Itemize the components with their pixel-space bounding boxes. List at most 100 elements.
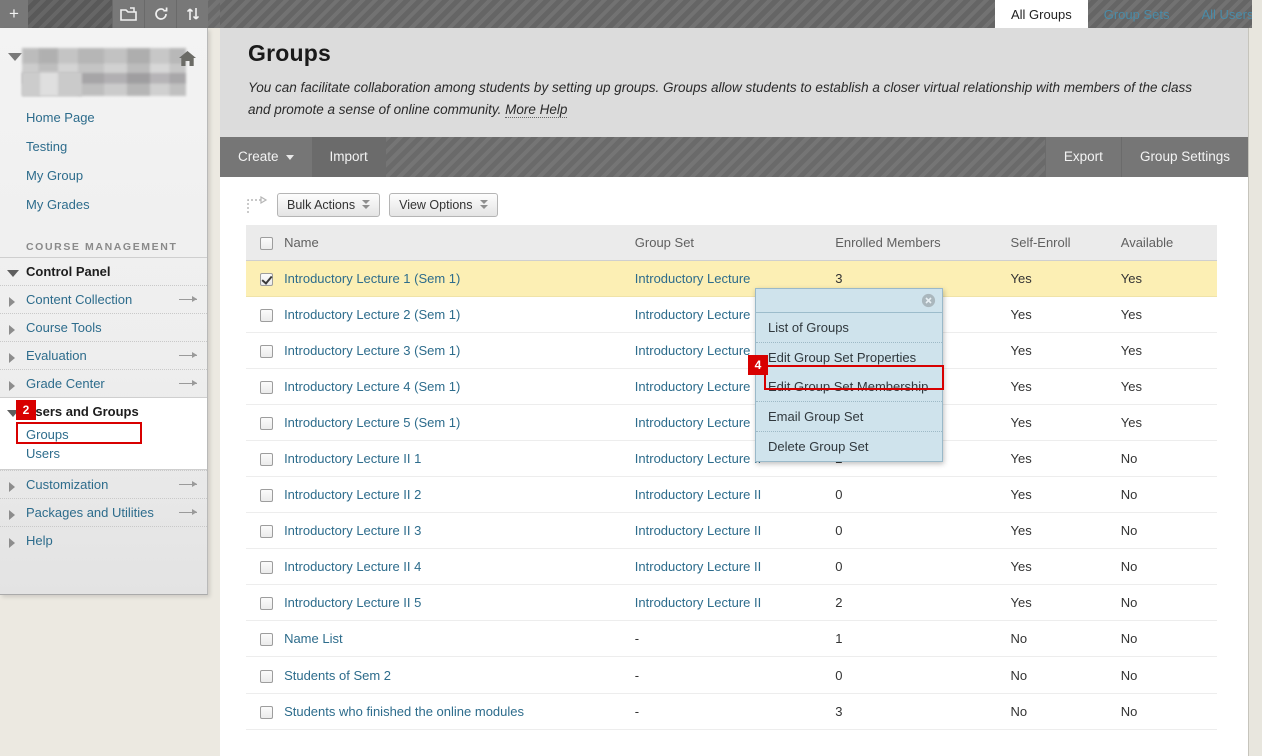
cell-group-set-link[interactable]: Introductory Lecture II bbox=[635, 487, 761, 502]
group-settings-button[interactable]: Group Settings bbox=[1120, 136, 1248, 177]
column-header-enrolled-members[interactable]: Enrolled Members bbox=[831, 224, 1007, 261]
sidebar-item-my-grades[interactable]: My Grades bbox=[0, 190, 207, 219]
sidebar-item-help[interactable]: Help bbox=[0, 526, 207, 554]
cell-group-set-link[interactable]: Introductory Lecture bbox=[635, 271, 751, 286]
home-icon[interactable] bbox=[178, 50, 197, 72]
cell-group-name[interactable]: Introductory Lecture 3 (Sem 1) bbox=[280, 332, 631, 369]
row-checkbox[interactable] bbox=[260, 561, 273, 575]
cell-group-set-link[interactable]: Introductory Lecture II bbox=[635, 523, 761, 538]
sidebar-item-control-panel[interactable]: Control Panel bbox=[0, 257, 207, 285]
bulk-actions-button[interactable]: Bulk Actions bbox=[277, 192, 381, 217]
context-menu-item[interactable]: Delete Group Set bbox=[756, 431, 942, 461]
cell-group-name[interactable]: Introductory Lecture 4 (Sem 1) bbox=[280, 368, 631, 406]
more-help-link[interactable]: More Help bbox=[505, 101, 568, 118]
cell-group-name-link[interactable]: Introductory Lecture II 3 bbox=[284, 523, 421, 538]
row-checkbox[interactable] bbox=[260, 705, 273, 719]
column-header-name[interactable]: Name bbox=[280, 224, 631, 261]
table-row[interactable]: Introductory Lecture 3 (Sem 1) Introducto… bbox=[246, 332, 1217, 369]
table-row[interactable]: Introductory Lecture II 2 Introductory Le… bbox=[246, 476, 1217, 514]
cell-group-name[interactable]: Introductory Lecture II 1 bbox=[280, 440, 631, 478]
cell-group-name[interactable]: Introductory Lecture 5 (Sem 1) bbox=[280, 404, 631, 442]
sync-icon[interactable] bbox=[176, 0, 208, 28]
row-checkbox[interactable] bbox=[260, 308, 273, 322]
cell-group-name[interactable]: Students who finished the online modules bbox=[280, 693, 631, 730]
context-menu-item[interactable]: List of Groups bbox=[756, 313, 942, 342]
cell-group-name-link[interactable]: Introductory Lecture II 4 bbox=[284, 559, 421, 574]
sidebar-item-course-tools[interactable]: Course Tools bbox=[0, 313, 207, 341]
cell-group-set[interactable]: Introductory Lecture II bbox=[630, 512, 832, 550]
table-row[interactable]: Students of Sem 2-0 No No bbox=[246, 656, 1217, 694]
sidebar-item-groups[interactable]: Groups bbox=[0, 425, 207, 444]
table-row[interactable]: Introductory Lecture II 5 Introductory Le… bbox=[246, 584, 1217, 622]
table-row[interactable]: Introductory Lecture 4 (Sem 1) Introducto… bbox=[246, 368, 1217, 406]
cell-group-name-link[interactable]: Introductory Lecture 4 (Sem 1) bbox=[284, 379, 460, 394]
cell-group-set[interactable]: Introductory Lecture II bbox=[630, 476, 832, 514]
cell-group-name-link[interactable]: Introductory Lecture II 5 bbox=[284, 595, 421, 610]
cell-group-name-link[interactable]: Students who finished the online modules bbox=[284, 704, 524, 719]
cell-group-set-link[interactable]: Introductory Lecture bbox=[635, 415, 751, 430]
sidebar-item-testing[interactable]: Testing bbox=[0, 132, 207, 161]
cell-group-name-link[interactable]: Introductory Lecture 1 (Sem 1) bbox=[284, 271, 460, 286]
cell-group-name[interactable]: Introductory Lecture II 3 bbox=[280, 512, 631, 550]
cell-group-name-link[interactable]: Introductory Lecture 5 (Sem 1) bbox=[284, 415, 460, 430]
tab-group-sets[interactable]: Group Sets bbox=[1088, 0, 1186, 28]
column-header-available[interactable]: Available bbox=[1116, 224, 1217, 261]
cell-group-name[interactable]: Introductory Lecture II 4 bbox=[280, 548, 631, 586]
cell-group-name-link[interactable]: Students of Sem 2 bbox=[284, 668, 391, 683]
sidebar-item-home-page[interactable]: Home Page bbox=[0, 103, 207, 132]
cell-group-name[interactable]: Students of Sem 2 bbox=[280, 656, 631, 694]
browser-active-tab[interactable] bbox=[28, 0, 112, 28]
create-button[interactable]: Create bbox=[220, 136, 312, 177]
row-checkbox[interactable] bbox=[260, 417, 273, 431]
row-checkbox[interactable] bbox=[260, 453, 273, 467]
cell-group-name[interactable]: Introductory Lecture 1 (Sem 1) bbox=[280, 260, 631, 297]
table-row[interactable]: Introductory Lecture 2 (Sem 1) Introducto… bbox=[246, 296, 1217, 333]
select-all-checkbox[interactable] bbox=[260, 236, 273, 250]
cell-group-set[interactable]: Introductory Lecture II bbox=[630, 584, 832, 622]
export-button[interactable]: Export bbox=[1044, 136, 1121, 177]
row-checkbox[interactable] bbox=[260, 344, 273, 358]
close-circle-icon[interactable] bbox=[921, 293, 936, 308]
sidebar-item-customization[interactable]: Customization bbox=[0, 470, 207, 498]
cell-group-name-link[interactable]: Name List bbox=[284, 631, 343, 646]
row-checkbox[interactable] bbox=[260, 525, 273, 539]
row-checkbox[interactable] bbox=[260, 381, 273, 395]
cell-group-name[interactable]: Introductory Lecture 2 (Sem 1) bbox=[280, 296, 631, 333]
cell-group-name[interactable]: Introductory Lecture II 2 bbox=[280, 476, 631, 514]
cell-group-name[interactable]: Name List bbox=[280, 620, 631, 658]
sidebar-item-evaluation[interactable]: Evaluation bbox=[0, 341, 207, 369]
cell-group-set-link[interactable]: Introductory Lecture II bbox=[635, 595, 761, 610]
table-row[interactable]: Introductory Lecture II 4 Introductory Le… bbox=[246, 548, 1217, 586]
view-options-button[interactable]: View Options bbox=[389, 192, 498, 217]
sidebar-item-my-group[interactable]: My Group bbox=[0, 161, 207, 190]
import-button[interactable]: Import bbox=[311, 136, 386, 177]
row-checkbox[interactable] bbox=[260, 489, 273, 503]
context-menu-item[interactable]: Email Group Set bbox=[756, 401, 942, 431]
cell-group-set-link[interactable]: Introductory Lecture bbox=[635, 379, 751, 394]
cell-group-set-link[interactable]: Introductory Lecture bbox=[635, 343, 751, 358]
tab-all-users[interactable]: All Users bbox=[1185, 0, 1262, 28]
table-row[interactable]: Introductory Lecture 1 (Sem 1) Introducto… bbox=[246, 260, 1217, 297]
cell-group-set-link[interactable]: Introductory Lecture II bbox=[635, 559, 761, 574]
table-row[interactable]: Introductory Lecture 5 (Sem 1) Introducto… bbox=[246, 404, 1217, 442]
cell-group-name-link[interactable]: Introductory Lecture 2 (Sem 1) bbox=[284, 307, 460, 322]
row-checkbox[interactable] bbox=[260, 272, 273, 286]
table-row[interactable]: Introductory Lecture II 3 Introductory Le… bbox=[246, 512, 1217, 550]
sidebar-item-grade-center[interactable]: Grade Center bbox=[0, 369, 207, 397]
sidebar-item-users[interactable]: Users bbox=[0, 444, 207, 463]
chevron-down-icon[interactable] bbox=[8, 53, 22, 61]
sidebar-item-content-collection[interactable]: Content Collection bbox=[0, 285, 207, 313]
tab-all-groups[interactable]: All Groups bbox=[995, 0, 1088, 35]
table-row[interactable]: Introductory Lecture II 1 Introductory Le… bbox=[246, 440, 1217, 478]
column-header-self-enroll[interactable]: Self-Enroll bbox=[1006, 224, 1117, 261]
cell-group-name-link[interactable]: Introductory Lecture II 2 bbox=[284, 487, 421, 502]
cell-group-set[interactable]: Introductory Lecture II bbox=[630, 548, 832, 586]
sidebar-item-packages-and-utilities[interactable]: Packages and Utilities bbox=[0, 498, 207, 526]
column-header-group-set[interactable]: Group Set bbox=[630, 224, 832, 261]
cell-group-set-link[interactable]: Introductory Lecture II bbox=[635, 451, 761, 466]
folder-icon[interactable] bbox=[112, 0, 144, 28]
new-tab-button[interactable]: + bbox=[0, 0, 28, 28]
cell-group-name-link[interactable]: Introductory Lecture 3 (Sem 1) bbox=[284, 343, 460, 358]
row-checkbox[interactable] bbox=[260, 597, 273, 611]
table-row[interactable]: Name List -1 No No bbox=[246, 620, 1217, 658]
